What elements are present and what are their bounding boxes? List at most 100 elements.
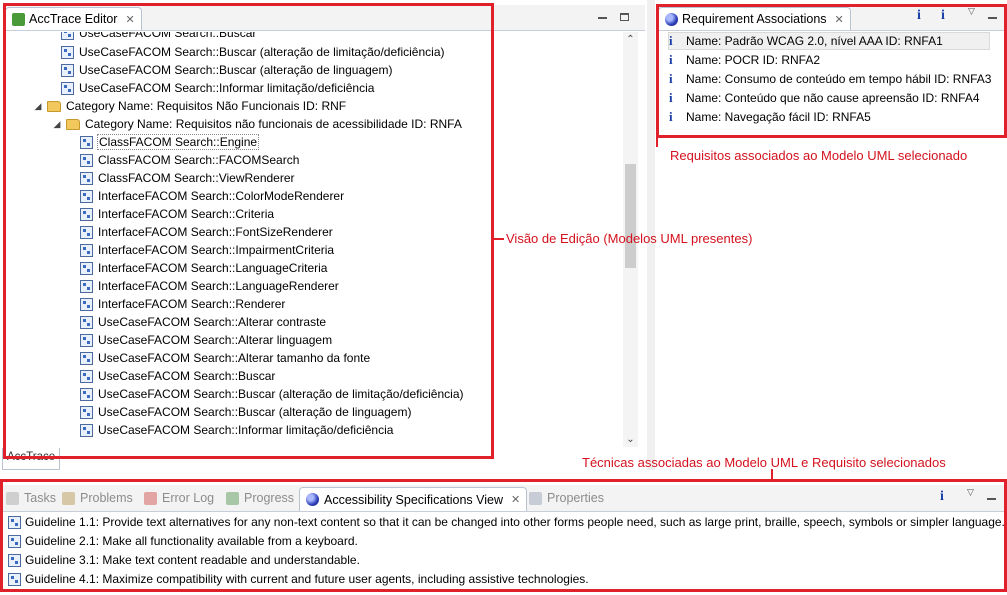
tree-item[interactable]: ClassFACOM Search::ViewRenderer	[80, 169, 295, 187]
info-icon[interactable]: i	[940, 489, 944, 505]
tab-requirement-associations-label: Requirement Associations	[682, 12, 827, 26]
tree-item[interactable]: UseCaseFACOM Search::Buscar	[80, 367, 275, 385]
uml-element-icon	[61, 81, 74, 95]
tree-item-label: InterfaceFACOM Search::ImpairmentCriteri…	[98, 243, 335, 257]
uml-element-icon	[80, 261, 93, 275]
requirement-item[interactable]: i Name: Conteúdo que não cause apreensão …	[669, 89, 980, 107]
requirement-item[interactable]: i Name: Padrão WCAG 2.0, nível AAA ID: RN…	[668, 32, 990, 50]
tab-acctrace[interactable]: AccTrace	[2, 448, 60, 470]
tab-properties[interactable]: Properties	[529, 485, 604, 511]
uml-element-icon	[80, 189, 93, 203]
scroll-down-icon[interactable]: ⌄	[623, 434, 638, 445]
tab-error-log[interactable]: Error Log	[144, 485, 214, 511]
requirement-associations-panel: Requirement Associations ✕ i i ▽ i Name: …	[658, 5, 1004, 135]
tree-item[interactable]: ClassFACOM Search::FACOMSearch	[80, 151, 299, 169]
requirement-label: Name: Consumo de conteúdo em tempo hábil…	[686, 72, 992, 86]
info-icon[interactable]: i	[941, 8, 945, 24]
close-icon[interactable]: ✕	[125, 13, 134, 26]
tree-item[interactable]: UseCaseFACOM Search::Buscar (alteração d…	[61, 43, 444, 61]
tree-item[interactable]: InterfaceFACOM Search::LanguageRenderer	[80, 277, 339, 295]
folder-icon	[66, 118, 80, 130]
uml-element-icon	[80, 333, 93, 347]
tree-item[interactable]: InterfaceFACOM Search::ImpairmentCriteri…	[80, 241, 334, 259]
tree-item-label: UseCaseFACOM Search::Alterar tamanho da …	[98, 351, 371, 365]
tree-item-label: ClassFACOM Search::ViewRenderer	[98, 171, 295, 185]
scrollbar-thumb[interactable]	[625, 164, 636, 268]
tree-item[interactable]: UseCaseFACOM Search::Buscar (alteração d…	[80, 385, 463, 403]
guideline-item[interactable]: Guideline 3.1: Make text content readabl…	[8, 551, 360, 569]
minimize-icon[interactable]	[598, 17, 607, 19]
tree-item[interactable]: UseCaseFACOM Search::Alterar contraste	[80, 313, 326, 331]
tree-item-label: UseCaseFACOM Search::Buscar (alteração d…	[79, 63, 393, 77]
view-menu-icon[interactable]: ▽	[967, 487, 974, 498]
uml-element-icon	[80, 351, 93, 365]
info-icon[interactable]: i	[917, 8, 921, 24]
requirement-item[interactable]: i Name: POCR ID: RNFA2	[669, 51, 820, 69]
tree-category[interactable]: ◢ Category Name: Requisitos Não Funcionai…	[33, 97, 347, 115]
guideline-item[interactable]: Guideline 4.1: Maximize compatibility wi…	[8, 570, 589, 588]
minimize-icon[interactable]	[987, 498, 996, 500]
editor-annotation: Visão de Edição (Modelos UML presentes)	[506, 231, 753, 246]
uml-element-icon	[80, 171, 93, 185]
guideline-icon	[8, 515, 21, 529]
properties-icon	[529, 491, 542, 505]
uml-element-icon	[80, 243, 93, 257]
editor-tabbar: AccTrace Editor ✕	[5, 5, 645, 31]
tree-item[interactable]: InterfaceFACOM Search::ColorModeRenderer	[80, 187, 344, 205]
guidelines-list: Guideline 1.1: Provide text alternatives…	[0, 512, 1007, 595]
guideline-item[interactable]: Guideline 1.1: Provide text alternatives…	[8, 513, 1005, 531]
tree-item[interactable]: InterfaceFACOM Search::FontSizeRenderer	[80, 223, 333, 241]
tree-item[interactable]: ClassFACOM Search::Engine	[80, 133, 260, 151]
folder-icon	[47, 100, 61, 112]
tab-progress[interactable]: Progress	[226, 485, 294, 511]
tab-problems[interactable]: Problems	[62, 485, 133, 511]
tree-item[interactable]: UseCaseFACOM Search::Alterar tamanho da …	[80, 349, 370, 367]
tab-requirement-associations[interactable]: Requirement Associations ✕	[658, 7, 851, 30]
requirement-item[interactable]: i Name: Consumo de conteúdo em tempo hábi…	[669, 70, 991, 88]
tree-item-label: InterfaceFACOM Search::Renderer	[98, 297, 286, 311]
tree-item[interactable]: UseCaseFACOM Search::Buscar	[61, 32, 256, 42]
tree-item-label: UseCaseFACOM Search::Buscar (alteração d…	[98, 387, 464, 401]
uml-element-icon	[80, 405, 93, 419]
tab-acctrace-editor[interactable]: AccTrace Editor ✕	[5, 7, 142, 30]
info-icon: i	[669, 71, 673, 86]
tree-category[interactable]: ◢ Category Name: Requisitos não funcionai…	[52, 115, 462, 133]
tree-item[interactable]: InterfaceFACOM Search::LanguageCriteria	[80, 259, 327, 277]
tab-tasks[interactable]: Tasks	[6, 485, 56, 511]
info-icon: i	[669, 33, 673, 48]
tree-item[interactable]: UseCaseFACOM Search::Buscar (alteração d…	[61, 61, 392, 79]
close-icon[interactable]: ✕	[835, 13, 844, 26]
tree-item[interactable]: UseCaseFACOM Search::Informar limitação/…	[61, 79, 374, 97]
problems-icon	[62, 491, 75, 505]
expand-arrow-icon[interactable]: ◢	[33, 101, 43, 112]
annotation-connector	[494, 238, 504, 240]
guideline-item[interactable]: Guideline 2.1: Make all functionality av…	[8, 532, 358, 550]
requirement-label: Name: Navegação fácil ID: RNFA5	[686, 110, 871, 124]
minimize-icon[interactable]	[988, 17, 997, 19]
tree-item[interactable]: InterfaceFACOM Search::Criteria	[80, 205, 274, 223]
tree-item[interactable]: UseCaseFACOM Search::Alterar linguagem	[80, 331, 332, 349]
uml-element-icon	[80, 423, 93, 437]
requirements-annotation: Requisitos associados ao Modelo UML sele…	[670, 148, 968, 163]
tree-item[interactable]: UseCaseFACOM Search::Buscar (alteração d…	[80, 403, 411, 421]
close-icon[interactable]: ✕	[511, 493, 520, 506]
tree-item-label: UseCaseFACOM Search::Buscar (alteração d…	[98, 405, 412, 419]
info-icon: i	[669, 90, 673, 105]
uml-element-icon	[80, 387, 93, 401]
scroll-up-icon[interactable]: ⌃	[623, 34, 638, 45]
expand-arrow-icon[interactable]: ◢	[52, 119, 62, 130]
view-menu-icon[interactable]: ▽	[968, 6, 975, 17]
tree-item[interactable]: InterfaceFACOM Search::Renderer	[80, 295, 285, 313]
globe-icon	[665, 12, 678, 26]
guideline-label: Guideline 3.1: Make text content readabl…	[25, 553, 360, 567]
info-icon: i	[669, 52, 673, 67]
uml-element-icon	[80, 207, 93, 221]
maximize-icon[interactable]	[620, 13, 629, 21]
guideline-label: Guideline 1.1: Provide text alternatives…	[25, 515, 1005, 529]
editor-icon	[12, 12, 25, 26]
tab-label: Error Log	[162, 491, 215, 505]
tree-item-label: ClassFACOM Search::FACOMSearch	[98, 153, 300, 167]
requirement-item[interactable]: i Name: Navegação fácil ID: RNFA5	[669, 108, 871, 126]
tree-item[interactable]: UseCaseFACOM Search::Informar limitação/…	[80, 421, 393, 439]
tab-accessibility-specifications-view[interactable]: Accessibility Specifications View ✕	[299, 487, 528, 511]
